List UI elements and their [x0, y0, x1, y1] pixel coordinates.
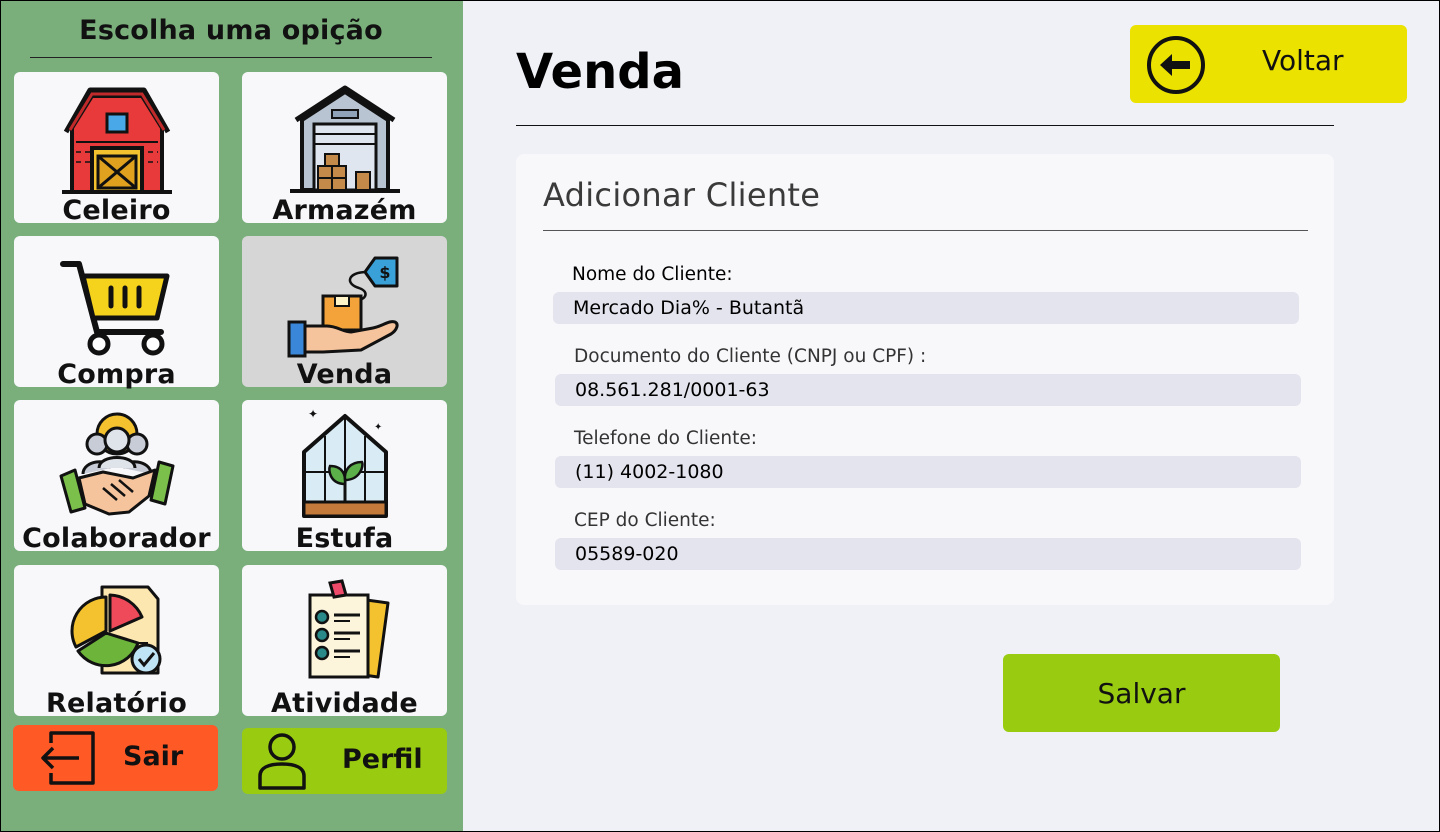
sidebar-item-label: Celeiro [62, 195, 171, 226]
client-document-input[interactable] [555, 374, 1301, 406]
sidebar: Escolha uma opição Celeiro Armazém Compr… [0, 0, 463, 832]
svg-text:$: $ [379, 263, 390, 282]
client-cep-input[interactable] [555, 538, 1301, 570]
arrow-left-circle-icon [1147, 36, 1205, 94]
profile-label: Perfil [342, 744, 423, 775]
pie-chart-report-icon [70, 585, 161, 675]
logout-button[interactable]: Sair [13, 725, 218, 791]
sidebar-item-atividade[interactable]: Atividade [242, 565, 447, 719]
client-cep-label: CEP do Cliente: [574, 510, 716, 531]
sidebar-item-armazem[interactable]: Armazém [242, 72, 447, 226]
sidebar-item-venda[interactable]: $ Venda [242, 236, 447, 390]
handshake-team-icon [59, 412, 174, 516]
hand-package-icon: $ [287, 256, 399, 358]
back-button[interactable]: Voltar [1130, 25, 1407, 103]
sidebar-item-label: Venda [296, 359, 393, 390]
sidebar-item-colaborador[interactable]: Colaborador [14, 400, 219, 554]
back-label: Voltar [1262, 44, 1344, 77]
client-name-input[interactable] [553, 292, 1299, 324]
greenhouse-icon: ✦ ✦ [301, 408, 388, 518]
title-divider [516, 125, 1334, 126]
sidebar-item-estufa[interactable]: ✦ ✦ Estufa [242, 400, 447, 554]
profile-button[interactable]: Perfil [242, 728, 447, 794]
barn-icon [61, 87, 172, 194]
sidebar-item-label: Armazém [272, 195, 417, 226]
client-phone-input[interactable] [555, 456, 1301, 488]
logout-icon [41, 731, 95, 785]
client-phone-label: Telefone do Cliente: [574, 428, 757, 449]
sidebar-title: Escolha uma opição [30, 12, 432, 58]
sidebar-item-celeiro[interactable]: Celeiro [14, 72, 219, 226]
sidebar-item-compra[interactable]: Compra [14, 236, 219, 390]
sidebar-item-label: Atividade [271, 688, 418, 719]
checklist-icon [308, 579, 389, 679]
sidebar-item-label: Estufa [295, 523, 394, 554]
client-document-label: Documento do Cliente (CNPJ ou CPF) : [574, 346, 927, 367]
page-title: Venda [516, 44, 684, 100]
sidebar-item-label: Colaborador [22, 523, 211, 554]
save-button[interactable]: Salvar [1003, 654, 1280, 732]
logout-label: Sair [123, 741, 184, 772]
sidebar-item-label: Relatório [46, 688, 187, 719]
user-icon [258, 733, 306, 790]
svg-text:✦: ✦ [308, 408, 318, 421]
warehouse-icon [289, 85, 400, 193]
form-title: Adicionar Cliente [543, 176, 1308, 231]
sidebar-item-relatorio[interactable]: Relatório [14, 565, 219, 719]
shopping-cart-icon [59, 261, 169, 356]
add-client-form: Adicionar Cliente Nome do Cliente: Docum… [516, 154, 1334, 605]
svg-text:✦: ✦ [374, 422, 382, 433]
sidebar-item-label: Compra [57, 359, 176, 390]
client-name-label: Nome do Cliente: [572, 264, 733, 285]
